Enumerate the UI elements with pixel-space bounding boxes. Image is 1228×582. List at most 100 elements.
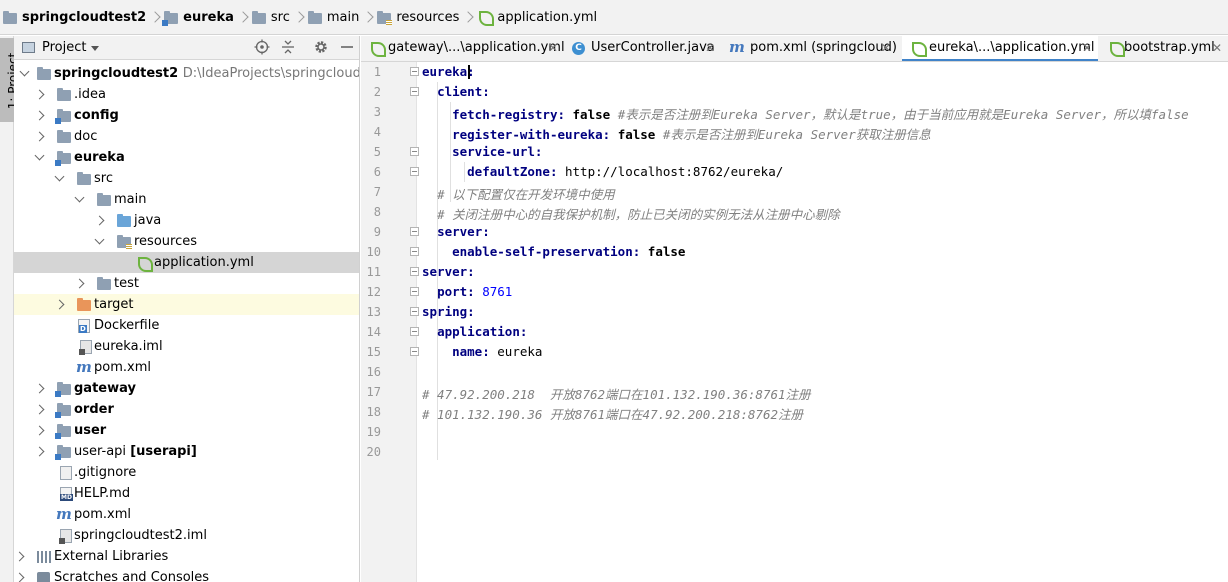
tree-row-application-yml[interactable]: application.yml: [14, 252, 359, 273]
tree-row-gateway[interactable]: gateway: [14, 378, 359, 399]
tree-row-eureka-iml[interactable]: eureka.iml: [14, 336, 359, 357]
tree-row-target[interactable]: target: [14, 294, 359, 315]
close-icon[interactable]: ✕: [548, 36, 558, 60]
chevron-right-icon[interactable]: [94, 215, 105, 226]
line-number: 9: [373, 225, 381, 239]
tree-row-user[interactable]: user: [14, 420, 359, 441]
code-editor[interactable]: 1 2 3 4 5 6 7 8 9 10 11 12 13 14 15 16 1…: [361, 62, 1228, 582]
fold-toggle-icon[interactable]: [410, 167, 419, 176]
fold-toggle-icon[interactable]: [410, 227, 419, 236]
iml-file-icon: [59, 529, 72, 544]
breadcrumb-item-resources[interactable]: resources: [377, 0, 459, 34]
chevron-right-icon: [464, 10, 472, 24]
module-folder-icon: [55, 109, 71, 124]
chevron-right-icon[interactable]: [34, 446, 45, 457]
tree-row-help-md[interactable]: HELP.md: [14, 483, 359, 504]
line-number: 8: [373, 205, 381, 219]
chevron-down-icon[interactable]: [34, 150, 45, 161]
module-folder-icon: [162, 10, 179, 26]
project-view-selector[interactable]: Project: [42, 40, 86, 55]
chevron-right-icon[interactable]: [34, 425, 45, 436]
tree-row-main[interactable]: main: [14, 189, 359, 210]
tree-label: application.yml: [154, 255, 254, 270]
tree-label: eureka.iml: [94, 339, 163, 354]
tab-user-controller[interactable]: C UserController.java ✕: [564, 36, 719, 61]
tree-row-order[interactable]: order: [14, 399, 359, 420]
breadcrumb-item-project[interactable]: springcloudtest2: [3, 0, 146, 34]
chevron-down-icon[interactable]: [54, 171, 65, 182]
close-icon[interactable]: ✕: [1082, 36, 1092, 60]
tree-row-gitignore[interactable]: .gitignore: [14, 462, 359, 483]
fold-toggle-icon[interactable]: [410, 327, 419, 336]
tab-gateway-application-yml[interactable]: gateway\...\application.yml ✕: [361, 36, 565, 61]
chevron-down-icon[interactable]: [74, 192, 85, 203]
tree-row-eureka[interactable]: eureka: [14, 147, 359, 168]
tree-row-doc[interactable]: doc: [14, 126, 359, 147]
tree-row-root-pom[interactable]: m pom.xml: [14, 504, 359, 525]
minimize-icon[interactable]: [339, 39, 355, 55]
tab-pom-xml[interactable]: m pom.xml (springcloud) ✕: [719, 36, 897, 61]
chevron-right-icon[interactable]: [34, 404, 45, 415]
resources-folder-icon: [117, 235, 132, 249]
tree-row-config[interactable]: config: [14, 105, 359, 126]
resources-folder-icon: [377, 10, 393, 25]
tree-row-test[interactable]: test: [14, 273, 359, 294]
chevron-down-icon[interactable]: [19, 66, 30, 77]
tree-row-project-root[interactable]: springcloudtest2 D:\IdeaProjects\springc…: [14, 63, 359, 84]
line-number: 11: [366, 265, 381, 279]
collapse-icon[interactable]: [280, 39, 296, 55]
tree-label: Dockerfile: [94, 318, 160, 333]
chevron-down-icon[interactable]: [94, 234, 105, 245]
breadcrumb-item-file[interactable]: application.yml: [477, 0, 597, 34]
close-icon[interactable]: ✕: [705, 36, 715, 60]
close-icon[interactable]: ✕: [881, 36, 891, 60]
tab-eureka-application-yml[interactable]: eureka\...\application.yml ✕: [902, 36, 1098, 61]
spring-leaf-icon: [477, 10, 495, 26]
tree-row-user-api[interactable]: user-api [userapi]: [14, 441, 359, 462]
tree-row-src[interactable]: src: [14, 168, 359, 189]
breadcrumb-item-main[interactable]: main: [307, 0, 359, 34]
chevron-right-icon[interactable]: [34, 131, 45, 142]
line-number: 2: [373, 85, 381, 99]
tree-row-resources[interactable]: resources: [14, 231, 359, 252]
chevron-right-icon[interactable]: [34, 383, 45, 394]
breadcrumb-item-module[interactable]: eureka: [162, 0, 234, 34]
chevron-right-icon[interactable]: [14, 551, 25, 562]
tree-row-idea[interactable]: .idea: [14, 84, 359, 105]
tree-label: External Libraries: [54, 549, 169, 564]
gear-icon[interactable]: [313, 39, 329, 55]
chevron-down-icon[interactable]: [91, 46, 99, 51]
folder-icon: [97, 193, 111, 206]
chevron-right-icon[interactable]: [14, 572, 25, 582]
fold-toggle-icon[interactable]: [410, 67, 419, 76]
tree-row-eureka-pom[interactable]: m pom.xml: [14, 357, 359, 378]
breadcrumb-item-src[interactable]: src: [251, 0, 290, 34]
chevron-right-icon[interactable]: [74, 278, 85, 289]
tree-label: resources: [134, 234, 198, 249]
line-number: 4: [373, 125, 381, 139]
tree-label: src: [94, 171, 113, 186]
tree-row-dockerfile[interactable]: Dockerfile: [14, 315, 359, 336]
tree-row-java[interactable]: java: [14, 210, 359, 231]
tree-row-root-iml[interactable]: springcloudtest2.iml: [14, 525, 359, 546]
line-number: 15: [366, 345, 381, 359]
fold-toggle-icon[interactable]: [410, 147, 419, 156]
chevron-right-icon[interactable]: [34, 110, 45, 121]
close-icon[interactable]: ✕: [1212, 36, 1222, 60]
code-line-2: client:: [437, 84, 490, 99]
chevron-right-icon[interactable]: [54, 299, 65, 310]
tab-bootstrap-yml[interactable]: bootstrap.yml ✕: [1102, 36, 1228, 61]
code-line-7: # 以下配置仅在开发环境中使用: [437, 187, 615, 202]
line-number: 6: [373, 165, 381, 179]
chevron-right-icon[interactable]: [34, 89, 45, 100]
fold-toggle-icon[interactable]: [410, 307, 419, 316]
fold-toggle-icon[interactable]: [410, 287, 419, 296]
fold-toggle-icon[interactable]: [410, 247, 419, 256]
fold-toggle-icon[interactable]: [410, 267, 419, 276]
code-line-5: service-url:: [452, 144, 543, 159]
tree-row-scratches[interactable]: Scratches and Consoles: [14, 567, 359, 582]
fold-toggle-icon[interactable]: [410, 87, 419, 96]
locate-icon[interactable]: [254, 39, 270, 55]
tree-row-external-libraries[interactable]: External Libraries: [14, 546, 359, 567]
fold-toggle-icon[interactable]: [410, 347, 419, 356]
